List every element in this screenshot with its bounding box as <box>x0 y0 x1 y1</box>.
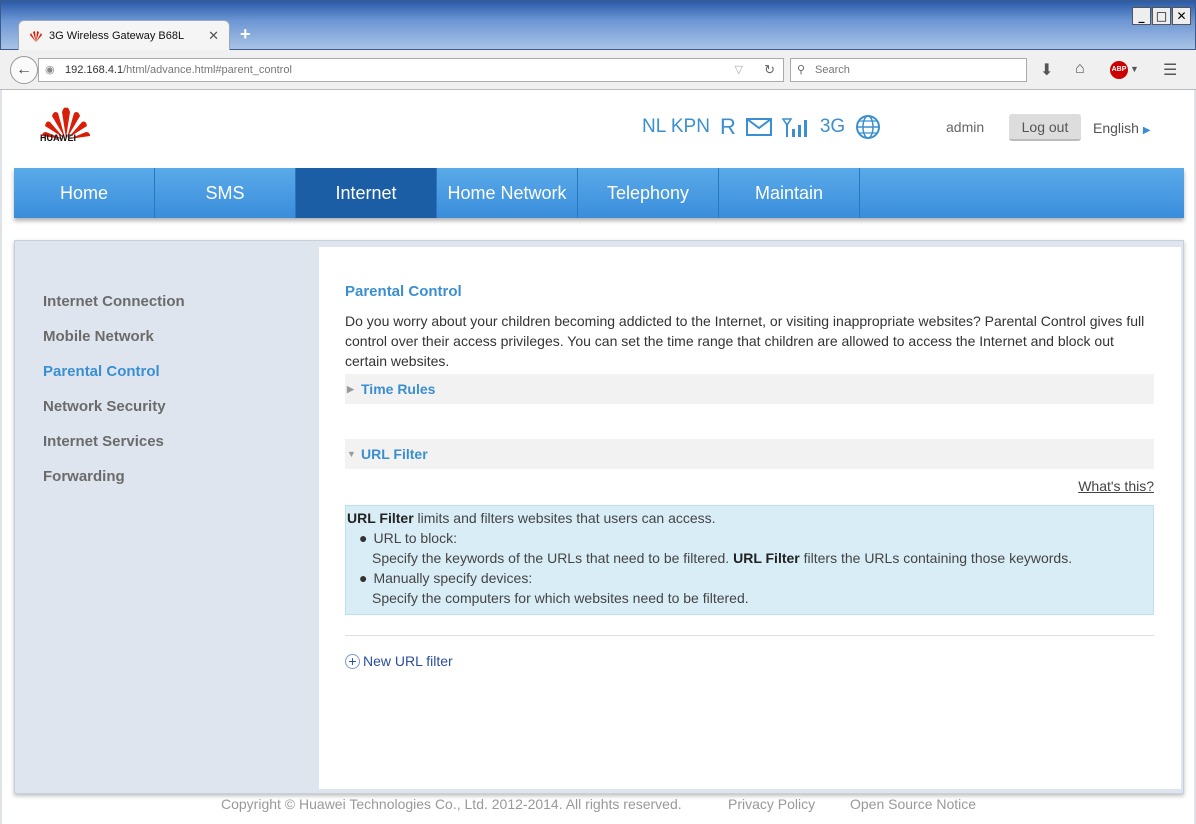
copyright-text: Copyright © Huawei Technologies Co., Ltd… <box>221 796 682 812</box>
window-controls: _ □ ✕ <box>1132 7 1191 25</box>
roaming-indicator: R <box>719 114 736 139</box>
network-type-label: 3G <box>819 116 846 137</box>
open-source-notice-link[interactable]: Open Source Notice <box>850 796 976 812</box>
url-filter-section[interactable]: ▼ URL Filter <box>345 439 1154 469</box>
chevron-right-icon: ▶ <box>1142 125 1151 136</box>
url-dropdown-icon[interactable]: ▽ <box>735 59 743 81</box>
info-item2-desc: Specify the computers for which websites… <box>372 590 749 606</box>
browser-tab[interactable]: 3G Wireless Gateway B68L ✕ <box>18 20 230 50</box>
router-page: HUAWEI NL KPN R 3G admin Log out English… <box>2 90 1194 824</box>
language-label: English <box>1093 120 1139 136</box>
url-host: 192.168.4.1 <box>65 64 124 76</box>
info-item: ● URL to block: <box>347 528 1153 548</box>
caret-right-icon: ▶ <box>347 384 354 394</box>
url-filter-info: URL Filter limits and filters websites t… <box>345 505 1154 615</box>
time-rules-section[interactable]: ▶ Time Rules <box>345 374 1154 404</box>
abp-dropdown-icon[interactable]: ▼ <box>1130 64 1139 74</box>
sidebar: Internet Connection Mobile Network Paren… <box>43 293 185 503</box>
new-url-filter-button[interactable]: + New URL filter <box>345 653 453 669</box>
sidebar-item-internet-connection[interactable]: Internet Connection <box>43 293 185 310</box>
back-button[interactable]: ← <box>10 56 38 84</box>
plus-icon: + <box>345 654 360 669</box>
language-selector[interactable]: English ▶ <box>1093 120 1151 136</box>
nav-home[interactable]: Home <box>14 168 155 218</box>
brand-label: HUAWEI <box>40 133 76 143</box>
signal-strength-icon <box>781 118 807 137</box>
nav-sms[interactable]: SMS <box>155 168 296 218</box>
info-item-desc: Specify the keywords of the URLs that ne… <box>347 548 1153 568</box>
sidebar-item-mobile-network[interactable]: Mobile Network <box>43 328 185 345</box>
info-item1-desc-a: Specify the keywords of the URLs that ne… <box>372 550 734 566</box>
site-info-icon[interactable]: ◉ <box>45 59 55 81</box>
status-bar: NL KPN R 3G <box>642 114 881 140</box>
privacy-policy-link[interactable]: Privacy Policy <box>728 796 815 812</box>
close-tab-icon[interactable]: ✕ <box>208 28 219 44</box>
operator-label: NL KPN <box>642 116 710 137</box>
new-url-filter-label: New URL filter <box>363 653 453 669</box>
divider <box>345 635 1154 636</box>
info-lead: URL Filter limits and filters websites t… <box>347 508 1153 528</box>
info-item1-desc-b: filters the URLs containing those keywor… <box>799 550 1073 566</box>
bullet-icon: ● <box>359 570 368 586</box>
caret-down-icon: ▼ <box>347 449 356 459</box>
download-icon[interactable]: ⬇ <box>1040 60 1053 80</box>
info-item1-desc-bold: URL Filter <box>733 550 800 566</box>
url-filter-label: URL Filter <box>361 446 428 462</box>
bullet-icon: ● <box>359 530 368 546</box>
new-tab-icon[interactable]: + <box>240 24 251 45</box>
logout-button[interactable]: Log out <box>1009 114 1081 141</box>
adblock-icon[interactable]: ABP <box>1110 61 1128 79</box>
info-item: ● Manually specify devices: <box>347 568 1153 588</box>
search-input[interactable]: ⚲ Search <box>790 58 1027 82</box>
info-item2-title: Manually specify devices: <box>373 570 533 586</box>
whats-this-link[interactable]: What's this? <box>1078 478 1154 494</box>
globe-icon <box>856 115 881 139</box>
page-title: Parental Control <box>345 283 462 300</box>
reload-icon[interactable]: ↻ <box>764 59 775 81</box>
username-label: admin <box>946 119 985 135</box>
sidebar-item-parental-control[interactable]: Parental Control <box>43 363 185 380</box>
sidebar-item-internet-services[interactable]: Internet Services <box>43 433 185 450</box>
nav-telephony[interactable]: Telephony <box>578 168 719 218</box>
browser-toolbar: ← ◉ 192.168.4.1/html/advance.html#parent… <box>0 50 1196 90</box>
minimize-button[interactable]: _ <box>1132 7 1151 25</box>
nav-maintain[interactable]: Maintain <box>719 168 860 218</box>
address-bar[interactable]: ◉ 192.168.4.1/html/advance.html#parent_c… <box>38 58 784 82</box>
info-lead-bold: URL Filter <box>347 510 414 526</box>
menu-icon[interactable]: ☰ <box>1163 60 1177 80</box>
nav-home-network[interactable]: Home Network <box>437 168 578 218</box>
search-icon: ⚲ <box>797 64 806 76</box>
tab-title: 3G Wireless Gateway B68L <box>49 29 185 42</box>
content-panel: Parental Control Do you worry about your… <box>319 247 1181 789</box>
sidebar-item-network-security[interactable]: Network Security <box>43 398 185 415</box>
page-body: Internet Connection Mobile Network Paren… <box>14 240 1184 794</box>
info-item1-title: URL to block: <box>373 530 457 546</box>
page-description: Do you worry about your children becomin… <box>345 313 1145 369</box>
search-placeholder: Search <box>815 64 850 76</box>
main-nav: Home SMS Internet Home Network Telephony… <box>14 168 1184 218</box>
url-path: /html/advance.html#parent_control <box>123 64 292 76</box>
home-icon[interactable]: ⌂ <box>1075 60 1085 78</box>
maximize-button[interactable]: □ <box>1152 7 1171 25</box>
time-rules-label: Time Rules <box>361 381 436 397</box>
nav-internet[interactable]: Internet <box>296 168 437 218</box>
envelope-icon[interactable] <box>745 118 772 136</box>
info-lead-text: limits and filters websites that users c… <box>413 510 716 526</box>
sidebar-item-forwarding[interactable]: Forwarding <box>43 468 185 485</box>
huawei-favicon-icon <box>30 30 42 42</box>
close-window-button[interactable]: ✕ <box>1172 7 1191 25</box>
